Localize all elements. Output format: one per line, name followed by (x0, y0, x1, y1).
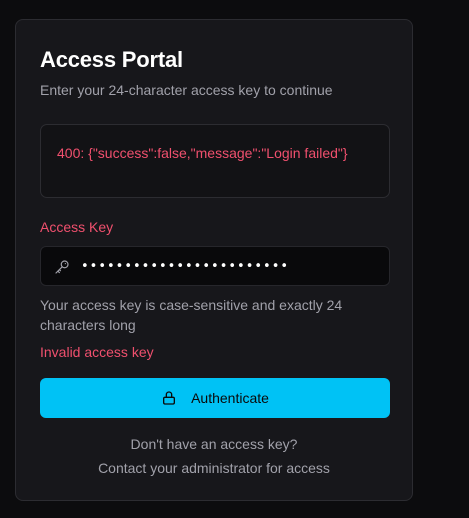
access-key-input[interactable] (81, 247, 381, 285)
error-alert: 400: {"success":false,"message":"Login f… (40, 124, 390, 198)
key-icon (53, 258, 71, 276)
authenticate-button-label: Authenticate (191, 390, 269, 406)
access-key-label: Access Key (40, 219, 114, 235)
page-subtitle: Enter your 24-character access key to co… (40, 82, 333, 98)
page-title: Access Portal (40, 47, 183, 72)
access-key-validation-error: Invalid access key (40, 344, 154, 360)
access-key-helper-text: Your access key is case-sensitive and ex… (40, 297, 343, 333)
lock-icon (161, 390, 177, 406)
access-key-field[interactable] (40, 246, 390, 286)
error-alert-message: 400: {"success":false,"message":"Login f… (57, 145, 348, 161)
authenticate-button[interactable]: Authenticate (40, 378, 390, 418)
no-access-key-question: Don't have an access key? (130, 436, 298, 452)
contact-administrator-text: Contact your administrator for access (98, 460, 330, 476)
access-portal-card: Access Portal Enter your 24-character ac… (15, 19, 413, 501)
